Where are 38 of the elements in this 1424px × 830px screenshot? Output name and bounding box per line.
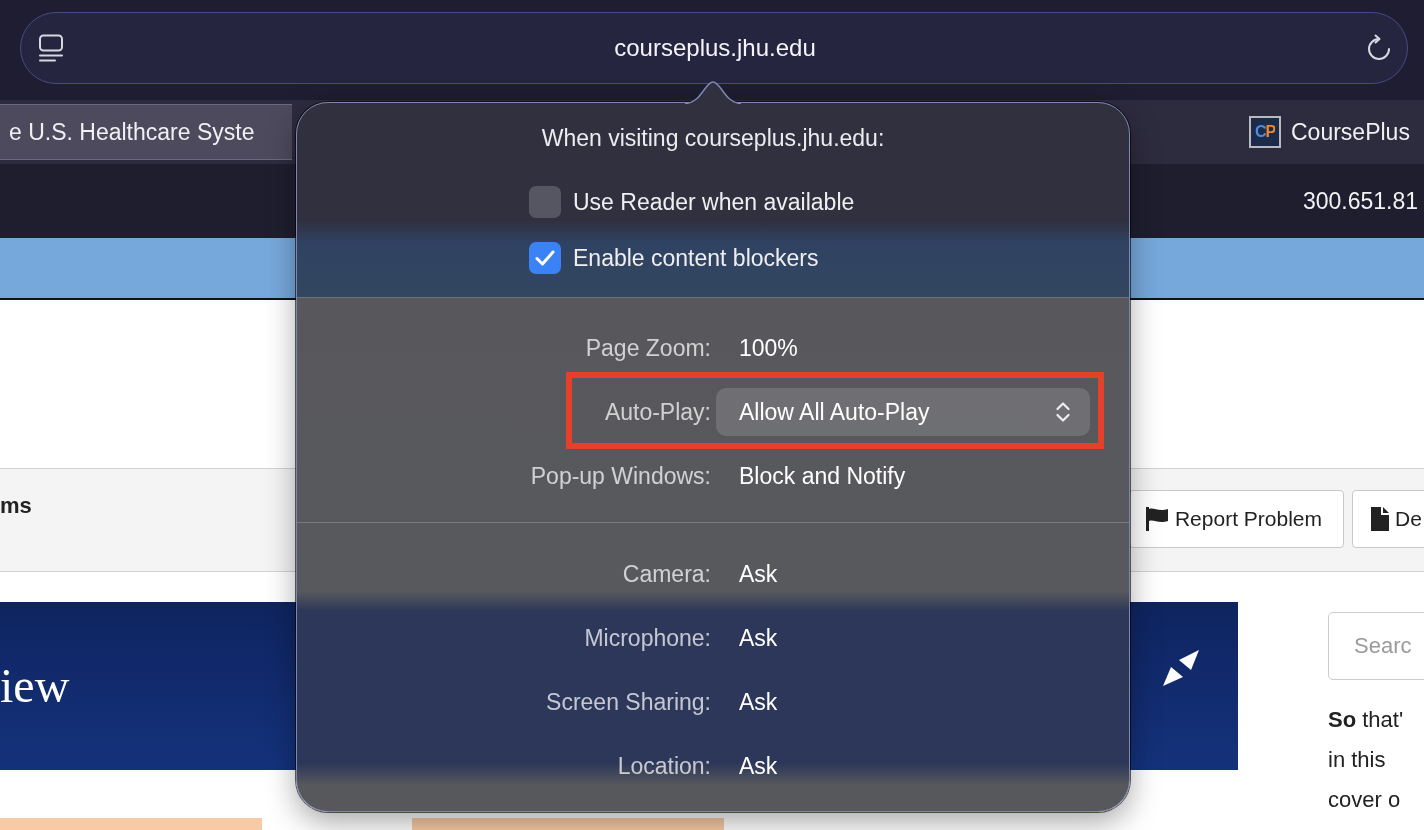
checkmark-icon <box>535 250 555 266</box>
permission-value[interactable]: Ask <box>739 624 778 652</box>
sidebar-icon[interactable] <box>38 34 64 62</box>
checkbox[interactable] <box>529 186 561 218</box>
body-text: So that' in this cover o <box>1328 706 1405 814</box>
document-icon <box>1371 507 1389 531</box>
url-text: courseplus.jhu.edu <box>614 33 816 63</box>
permission-label: Location: <box>617 752 711 780</box>
permission-label: Camera: <box>622 560 711 588</box>
flag-icon <box>1145 507 1168 531</box>
setting-value[interactable]: 100% <box>739 334 798 362</box>
contact-number: 300.651.81 <box>1302 187 1418 215</box>
browser-tab[interactable]: e U.S. Healthcare Syste <box>0 104 292 160</box>
permission-value[interactable]: Ask <box>739 752 778 780</box>
setting-label: Auto-Play: <box>604 398 711 426</box>
permission-value[interactable]: Ask <box>739 560 778 588</box>
address-bar[interactable]: courseplus.jhu.edu <box>20 12 1408 84</box>
popup-select[interactable]: Allow All Auto-Play <box>716 388 1090 436</box>
permission-label: Microphone: <box>584 624 711 652</box>
checkbox-label[interactable]: Use Reader when available <box>573 188 855 216</box>
setting-value[interactable]: Block and Notify <box>739 462 906 490</box>
permission-label: Screen Sharing: <box>546 688 711 716</box>
site-logo: CP <box>1249 116 1281 148</box>
popover-title: When visiting courseplus.jhu.edu: <box>540 124 886 153</box>
setting-label: Page Zoom: <box>585 334 711 362</box>
checkbox[interactable] <box>529 242 561 274</box>
checkbox-label[interactable]: Enable content blockers <box>573 244 819 272</box>
banner-title: iew <box>0 662 70 710</box>
diagonal-arrows-icon[interactable] <box>1162 650 1200 686</box>
toolbar-button[interactable]: Report Problem <box>1128 490 1344 548</box>
permission-value[interactable]: Ask <box>739 688 778 716</box>
updown-chevron-icon <box>1056 401 1070 423</box>
setting-label: Pop-up Windows: <box>530 462 711 490</box>
reload-icon[interactable] <box>1366 34 1392 62</box>
browser-tab[interactable]: CP CoursePlus <box>1240 104 1424 160</box>
section-heading: ms <box>0 493 32 519</box>
search-field[interactable]: Searc <box>1328 612 1424 680</box>
toolbar-button[interactable]: De <box>1352 490 1424 548</box>
